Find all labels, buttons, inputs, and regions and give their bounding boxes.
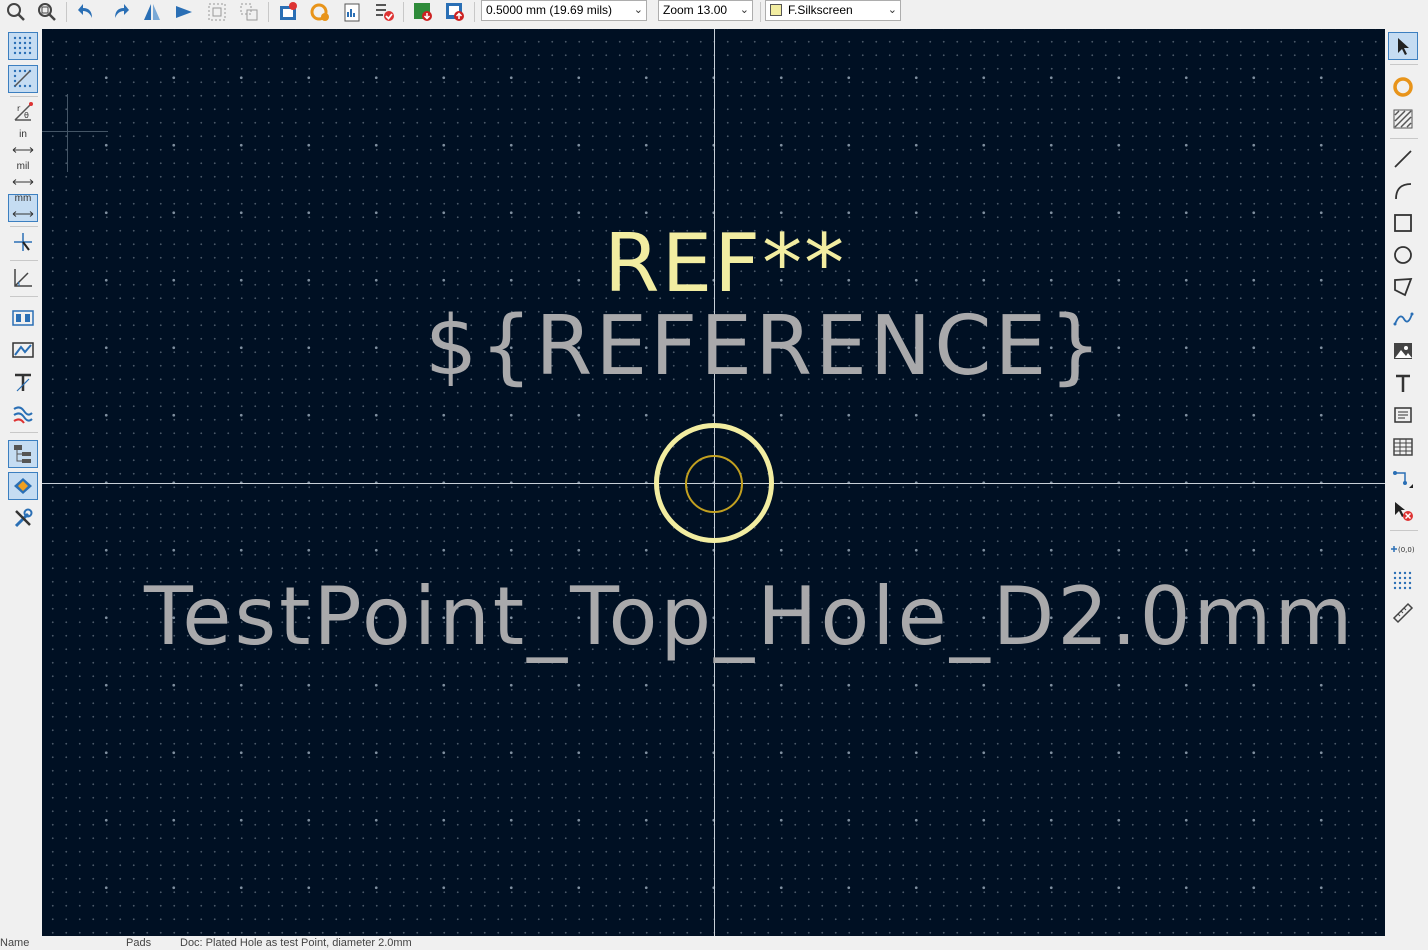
svg-text:(0,0): (0,0) xyxy=(1398,546,1415,554)
add-pad-icon[interactable] xyxy=(1388,73,1418,101)
add-text-icon[interactable] xyxy=(1388,369,1418,397)
draw-arc-icon[interactable] xyxy=(1388,177,1418,205)
zoom-select[interactable]: Zoom 13.00 ⌄ xyxy=(658,0,753,21)
unit-mm-button[interactable]: mm xyxy=(8,194,38,222)
unit-mils-label: mil xyxy=(16,161,30,172)
footprint-properties-icon[interactable] xyxy=(275,0,301,24)
undo-icon[interactable] xyxy=(74,0,100,24)
draw-circle-icon[interactable] xyxy=(1388,241,1418,269)
select-tool-icon[interactable] xyxy=(1388,32,1418,60)
local-coordinates-icon[interactable] xyxy=(8,264,38,292)
delete-tool-icon[interactable] xyxy=(1388,497,1418,525)
add-textbox-icon[interactable] xyxy=(1388,401,1418,429)
unit-mm-label: mm xyxy=(14,193,32,204)
grid-select[interactable]: 0.5000 mm (19.69 mils) ⌄ xyxy=(481,0,647,21)
draw-bezier-icon[interactable] xyxy=(1388,305,1418,333)
pad-drill-hole xyxy=(685,455,743,513)
set-anchor-icon[interactable]: (0,0) xyxy=(1388,535,1418,563)
add-dimension-icon[interactable] xyxy=(1388,465,1418,493)
layer-select-value: F.Silkscreen xyxy=(788,3,853,17)
chevron-down-icon: ⌄ xyxy=(633,4,643,16)
footprint-checker-icon[interactable] xyxy=(371,0,397,24)
left-toolbar: rθ in mil mm xyxy=(0,28,42,936)
save-to-board-icon[interactable] xyxy=(442,0,468,24)
ungroup-icon[interactable] xyxy=(236,0,262,24)
layers-manager-icon[interactable] xyxy=(8,472,38,500)
status-bar: Name Pads Doc: Plated Hole as test Point… xyxy=(0,936,1428,950)
chevron-down-icon: ⌄ xyxy=(739,4,749,16)
add-table-icon[interactable] xyxy=(1388,433,1418,461)
status-name-label: Name xyxy=(0,937,30,949)
show-text-sketch-icon[interactable] xyxy=(8,368,38,396)
footprint-canvas[interactable]: REF** ${REFERENCE} TestPoint_Top_Hole_D2… xyxy=(42,29,1385,936)
draw-line-icon[interactable] xyxy=(1388,145,1418,173)
add-image-icon[interactable] xyxy=(1388,337,1418,365)
grid-origin-icon[interactable] xyxy=(1388,567,1418,595)
measure-tool-icon[interactable] xyxy=(1388,599,1418,627)
svg-text:θ: θ xyxy=(24,111,29,120)
origin-marker-v xyxy=(67,94,68,172)
grid-select-value: 0.5000 mm (19.69 mils) xyxy=(486,3,613,17)
draw-rectangle-icon[interactable] xyxy=(1388,209,1418,237)
unit-inches-label: in xyxy=(19,129,27,140)
high-contrast-icon[interactable] xyxy=(8,400,38,428)
draw-polygon-icon[interactable] xyxy=(1388,273,1418,301)
grid-overrides-icon[interactable] xyxy=(8,65,38,93)
flip-icon[interactable] xyxy=(171,0,197,24)
layer-select[interactable]: F.Silkscreen ⌄ xyxy=(765,0,901,21)
zoom-select-value: Zoom 13.00 xyxy=(663,3,728,17)
polar-coordinates-icon[interactable]: rθ xyxy=(8,98,38,126)
full-crosshair-icon[interactable] xyxy=(8,228,38,256)
right-toolbar: (0,0) xyxy=(1386,28,1428,936)
origin-marker-h xyxy=(42,131,108,132)
group-icon[interactable] xyxy=(204,0,230,24)
svg-text:r: r xyxy=(17,104,21,113)
footprint-editor-window: 0.5000 mm (19.69 mils) ⌄ Zoom 13.00 ⌄ F.… xyxy=(0,0,1428,950)
footprint-tree-icon[interactable] xyxy=(8,440,38,468)
status-pads-label: Pads xyxy=(126,937,152,949)
zoom-fit-icon[interactable] xyxy=(34,0,60,24)
show-graphics-sketch-icon[interactable] xyxy=(8,336,38,364)
reference-variable-text[interactable]: ${REFERENCE} xyxy=(425,299,1104,395)
unit-mils-button[interactable]: mil xyxy=(8,162,38,190)
unit-inches-button[interactable]: in xyxy=(8,130,38,158)
grid-toggle-icon[interactable] xyxy=(8,32,38,60)
status-doc-text: Doc: Plated Hole as test Point, diameter… xyxy=(180,937,412,949)
properties-tools-icon[interactable] xyxy=(8,504,38,532)
reference-designator-text[interactable]: REF** xyxy=(604,219,846,309)
show-pads-sketch-icon[interactable] xyxy=(8,304,38,332)
top-toolbar: 0.5000 mm (19.69 mils) ⌄ Zoom 13.00 ⌄ F.… xyxy=(0,0,1428,28)
layer-color-swatch xyxy=(770,4,782,16)
redo-icon[interactable] xyxy=(107,0,133,24)
pad-properties-icon[interactable] xyxy=(307,0,333,24)
add-zone-icon[interactable] xyxy=(1388,105,1418,133)
zoom-in-icon[interactable] xyxy=(3,0,29,24)
inspect-icon[interactable] xyxy=(339,0,365,24)
load-from-board-icon[interactable] xyxy=(410,0,436,24)
chevron-down-icon: ⌄ xyxy=(887,4,897,16)
footprint-value-text[interactable]: TestPoint_Top_Hole_D2.0mm xyxy=(144,569,1355,665)
mirror-icon[interactable] xyxy=(139,0,165,24)
